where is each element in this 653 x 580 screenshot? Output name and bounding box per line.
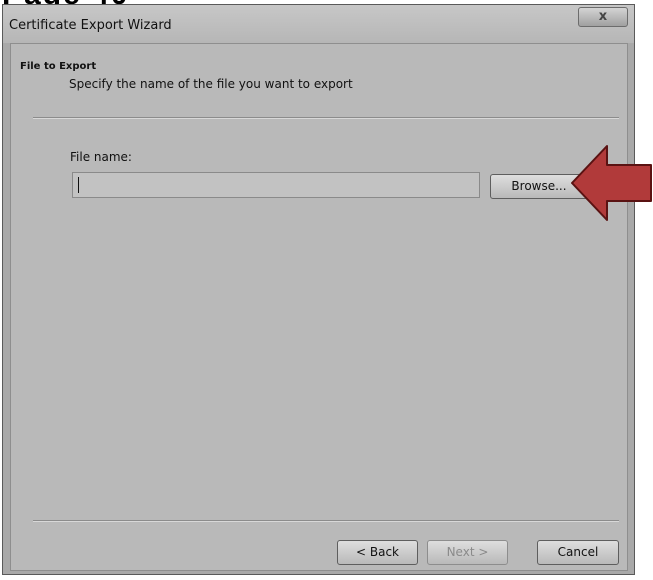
close-icon: x <box>598 9 608 24</box>
certificate-export-wizard-window: Certificate Export Wizard x File to Expo… <box>2 4 635 575</box>
file-name-label: File name: <box>70 150 132 164</box>
title-bar[interactable]: Certificate Export Wizard x <box>3 5 634 43</box>
footer-divider <box>33 520 619 522</box>
window-title: Certificate Export Wizard <box>9 18 172 33</box>
wizard-content: File to Export Specify the name of the f… <box>10 43 628 571</box>
back-button[interactable]: < Back <box>337 540 418 565</box>
text-caret <box>78 177 79 193</box>
page-heading: File to Export <box>20 61 97 72</box>
file-name-input[interactable] <box>72 172 480 198</box>
left-arrow-pointer-icon <box>571 145 652 221</box>
cancel-button[interactable]: Cancel <box>537 540 619 565</box>
next-button[interactable]: Next > <box>427 540 508 565</box>
page-description: Specify the name of the file you want to… <box>69 77 353 91</box>
header-divider <box>33 117 619 119</box>
close-button[interactable]: x <box>578 7 628 27</box>
